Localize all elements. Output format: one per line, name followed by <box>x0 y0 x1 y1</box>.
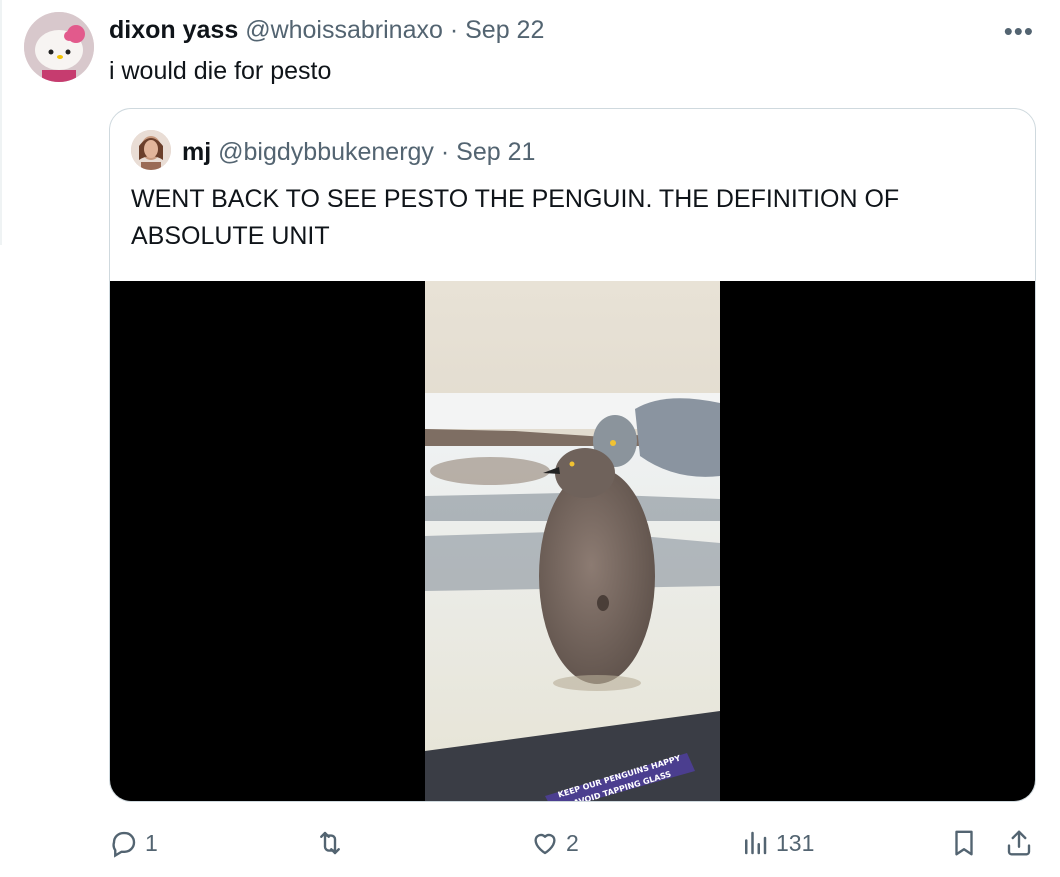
more-horizontal-icon[interactable]: ••• <box>1004 16 1034 47</box>
reply-button[interactable]: 1 <box>109 828 158 858</box>
thread-divider <box>0 0 2 245</box>
views-icon <box>745 831 767 855</box>
author-handle[interactable]: @whoissabrinaxo <box>245 16 443 44</box>
penguin-photo[interactable]: KEEP OUR PENGUINS HAPPY AVOID TAPPING GL… <box>425 281 720 801</box>
tweet-date[interactable]: · Sep 22 <box>450 16 545 44</box>
repost-icon <box>320 831 340 855</box>
tweet-header: dixon yass @whoissabrinaxo · Sep 22 <box>109 14 544 46</box>
bookmark-button[interactable] <box>949 828 979 858</box>
author-name[interactable]: dixon yass <box>109 16 238 44</box>
repost-button[interactable] <box>315 828 351 858</box>
avatar[interactable] <box>24 12 94 82</box>
like-count: 2 <box>566 829 579 856</box>
share-button[interactable] <box>1004 828 1034 858</box>
quoted-author-handle[interactable]: @bigdybbukenergy <box>218 138 434 166</box>
reply-count: 1 <box>145 829 158 856</box>
views-button[interactable]: 131 <box>740 828 814 858</box>
quoted-tweet[interactable]: mj @bigdybbukenergy · Sep 21 WENT BACK T… <box>109 108 1036 802</box>
quoted-date[interactable]: · Sep 21 <box>441 138 536 166</box>
quoted-avatar[interactable] <box>131 130 171 170</box>
tweet-text: i would die for pesto <box>109 57 332 85</box>
quoted-header: mj @bigdybbukenergy · Sep 21 <box>182 136 535 168</box>
tweet[interactable]: dixon yass @whoissabrinaxo · Sep 22 ••• … <box>0 0 1060 877</box>
share-icon <box>1007 830 1031 856</box>
quoted-author-name[interactable]: mj <box>182 138 211 166</box>
bookmark-icon <box>955 830 973 856</box>
views-count: 131 <box>776 829 815 856</box>
action-bar: 1 2 131 <box>0 820 1060 870</box>
reply-icon <box>112 831 136 858</box>
quoted-media[interactable]: KEEP OUR PENGUINS HAPPY AVOID TAPPING GL… <box>110 281 1035 801</box>
heart-icon <box>534 833 556 855</box>
like-button[interactable]: 2 <box>530 828 579 858</box>
quoted-text: WENT BACK TO SEE PESTO THE PENGUIN. THE … <box>131 185 900 250</box>
